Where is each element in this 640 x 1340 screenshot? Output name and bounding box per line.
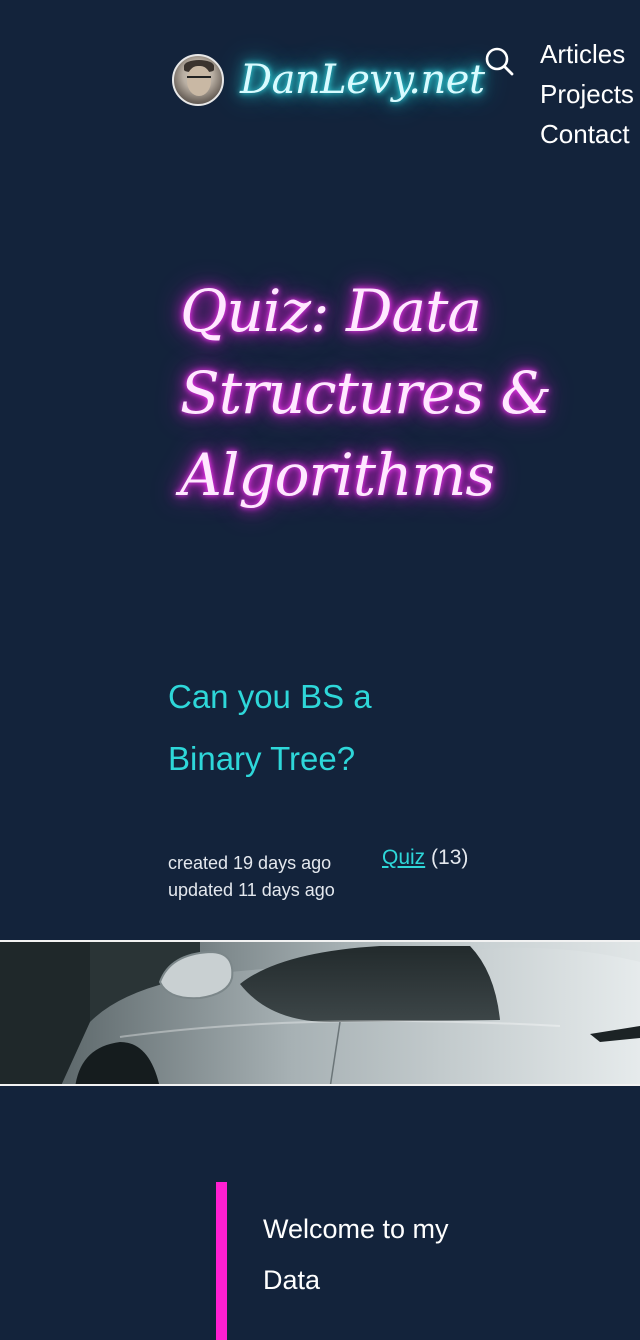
tag-count: (13) xyxy=(431,846,469,869)
updated-date: updated 11 days ago xyxy=(168,880,335,900)
post-dates: created 19 days ago updated 11 days ago xyxy=(168,850,335,904)
created-date: created 19 days ago xyxy=(168,853,332,873)
page: DanLevy.net Articles Projects Contact Qu… xyxy=(0,0,640,1340)
page-subtitle: Can you BS a Binary Tree? xyxy=(168,678,372,777)
main-nav: Articles Projects Contact xyxy=(540,34,634,154)
page-title: Quiz: Data Structures & Algorithms xyxy=(180,277,552,509)
avatar xyxy=(172,54,224,106)
nav-item-articles[interactable]: Articles xyxy=(540,34,634,74)
hero-image xyxy=(0,940,640,1086)
post-tag: Quiz (13) xyxy=(382,846,468,870)
search-icon[interactable] xyxy=(484,46,514,76)
nav-item-contact[interactable]: Contact xyxy=(540,114,634,154)
home-link[interactable]: DanLevy.net xyxy=(172,54,485,106)
tag-link-quiz[interactable]: Quiz xyxy=(382,846,425,869)
nav-item-projects[interactable]: Projects xyxy=(540,74,634,114)
site-logo-text: DanLevy.net xyxy=(240,57,485,103)
intro-block: Welcome to my Data xyxy=(216,1182,466,1340)
intro-text: Welcome to my Data xyxy=(263,1214,449,1295)
